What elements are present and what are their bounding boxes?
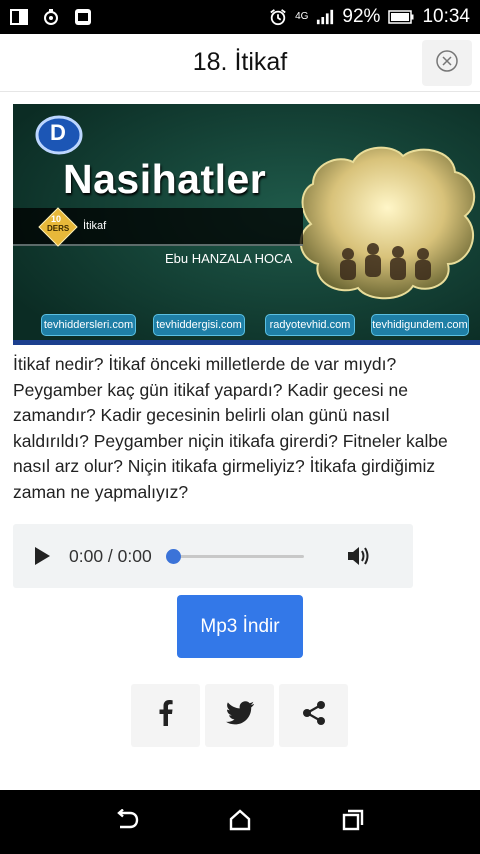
- screen-mirror-icon: [10, 8, 28, 26]
- banner-link-1: tevhiddersleri.com: [41, 314, 136, 336]
- generic-share-button[interactable]: [279, 684, 348, 747]
- banner-speaker: Ebu HANZALA HOCA: [165, 251, 293, 266]
- back-button[interactable]: [112, 807, 142, 837]
- facebook-icon: [159, 700, 173, 731]
- phone-app-icon: [74, 8, 92, 26]
- home-icon: [228, 808, 252, 837]
- recents-icon: [341, 808, 365, 837]
- audio-time: 0:00 / 0:00: [69, 545, 152, 566]
- mp3-download-button[interactable]: Mp3 İndir: [177, 595, 303, 658]
- recents-button[interactable]: [338, 807, 368, 837]
- twitter-icon: [225, 701, 255, 730]
- audio-progress-track[interactable]: [165, 548, 304, 564]
- audio-player[interactable]: 0:00 / 0:00: [13, 524, 413, 588]
- clock: 10:34: [422, 6, 470, 27]
- home-button[interactable]: [225, 807, 255, 837]
- banner-subtitle: İtikaf: [83, 220, 107, 232]
- banner-logo-text: D: [50, 120, 66, 145]
- back-icon: [114, 808, 140, 836]
- battery-icon: [388, 8, 414, 26]
- battery-percent: 92%: [342, 6, 381, 27]
- banner-link-4: tevhidigundem.com: [371, 314, 469, 336]
- banner-title: Nasihatler: [63, 156, 267, 202]
- system-nav-bar: [0, 790, 480, 854]
- badge-bottom: DERS: [47, 224, 70, 233]
- banner-link-3: radyotevhid.com: [265, 314, 355, 336]
- banner-link-2: tevhiddergisi.com: [153, 314, 245, 336]
- status-right: 4G 92% 10:34: [269, 6, 470, 28]
- cast-icon: [42, 8, 60, 26]
- signal-icon: [316, 8, 334, 26]
- status-left-icons: [10, 8, 92, 26]
- facebook-share-button[interactable]: [131, 684, 200, 747]
- badge-top: 10: [51, 214, 62, 224]
- volume-icon[interactable]: [346, 544, 372, 568]
- network-type: 4G: [295, 11, 309, 22]
- share-icon: [301, 700, 327, 731]
- page-title: 18. İtikaf: [192, 48, 288, 76]
- alarm-icon: [269, 8, 287, 26]
- twitter-share-button[interactable]: [205, 684, 274, 747]
- close-icon: [435, 49, 459, 78]
- share-row: [131, 684, 348, 747]
- episode-banner: D Nasihatler 10 DERS İtikaf Ebu HANZALA …: [13, 104, 480, 345]
- close-button[interactable]: [422, 40, 472, 86]
- page-header: 18. İtikaf: [0, 34, 480, 92]
- audio-progress-thumb[interactable]: [165, 548, 181, 564]
- episode-description: İtikaf nedir? İtikaf önceki milletlerde …: [13, 354, 448, 502]
- play-icon[interactable]: [33, 546, 51, 566]
- status-bar: 4G 92% 10:34: [0, 0, 480, 34]
